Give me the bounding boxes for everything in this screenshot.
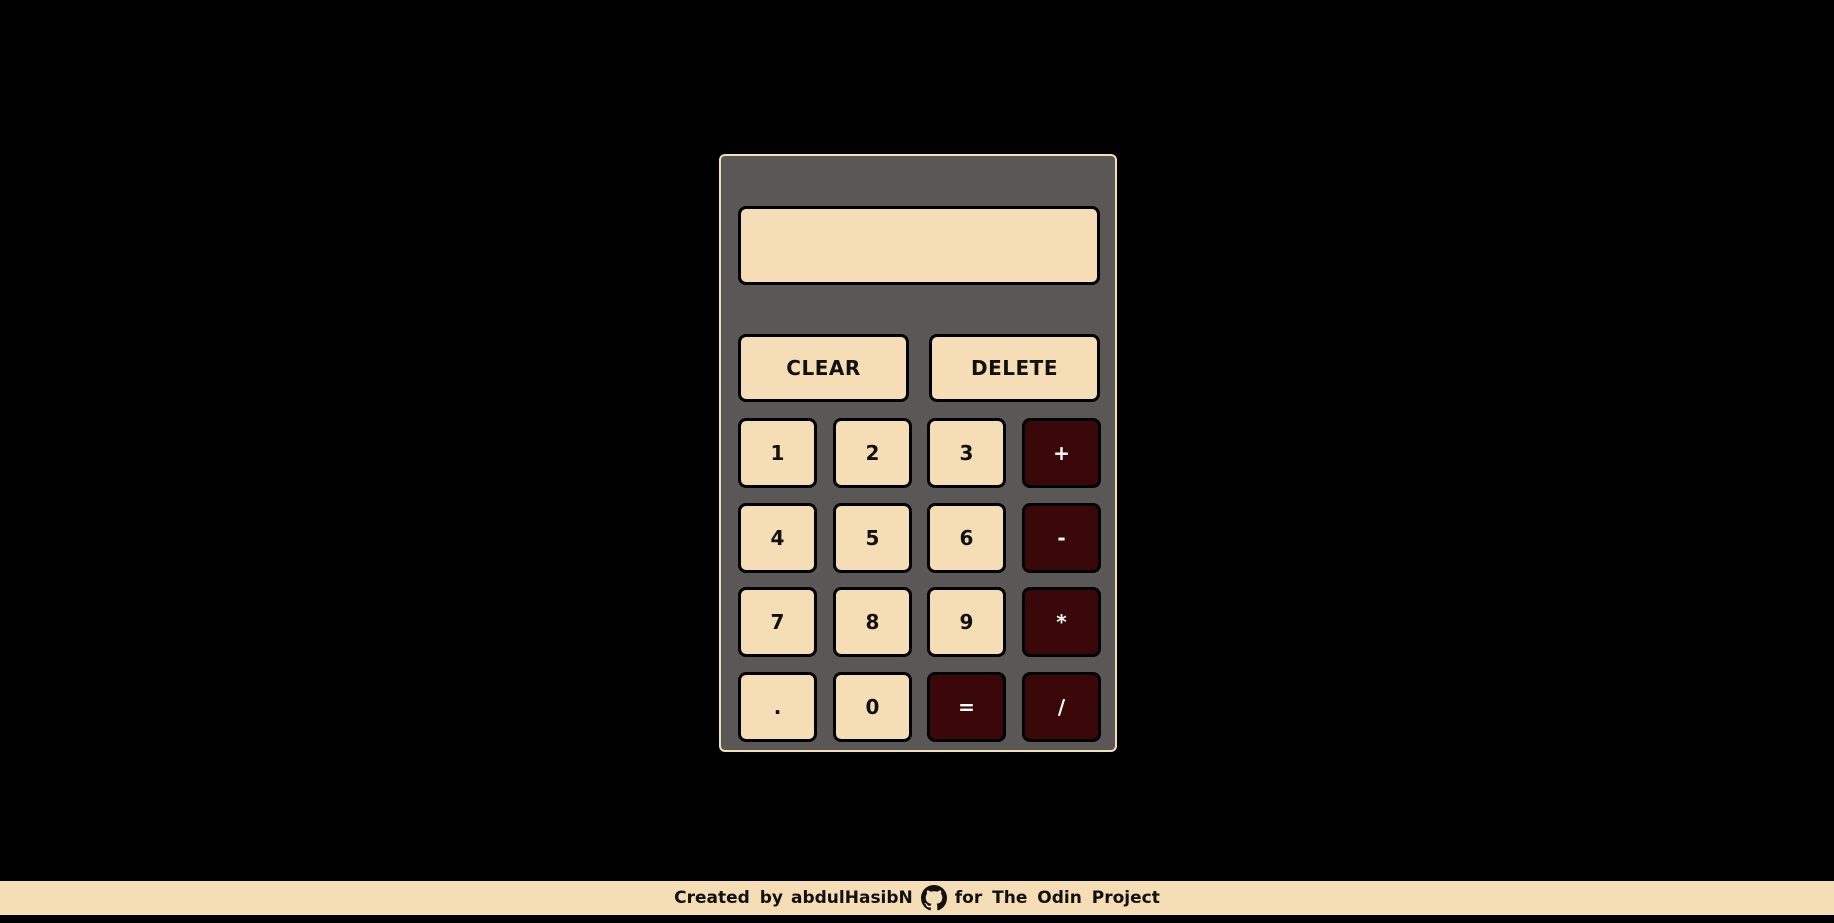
key-1[interactable]: 1 — [738, 418, 817, 488]
key-6[interactable]: 6 — [927, 503, 1006, 573]
key-2[interactable]: 2 — [833, 418, 912, 488]
key-add[interactable]: + — [1022, 418, 1101, 488]
key-8[interactable]: 8 — [833, 587, 912, 657]
calculator: CLEAR DELETE 1 2 3 + 4 5 6 - 7 8 9 * . 0… — [719, 154, 1117, 752]
github-icon[interactable] — [920, 885, 947, 911]
key-equals[interactable]: = — [927, 672, 1006, 742]
key-7[interactable]: 7 — [738, 587, 817, 657]
footer: Created by abdulHasibN for The Odin Proj… — [0, 881, 1834, 915]
key-divide[interactable]: / — [1022, 672, 1101, 742]
key-0[interactable]: 0 — [833, 672, 912, 742]
key-5[interactable]: 5 — [833, 503, 912, 573]
footer-for-text: for The Odin Project — [954, 888, 1160, 908]
footer-author: abdulHasibN — [791, 888, 913, 908]
key-3[interactable]: 3 — [927, 418, 1006, 488]
footer-created-by: Created by — [674, 888, 783, 908]
key-4[interactable]: 4 — [738, 503, 817, 573]
delete-button[interactable]: DELETE — [929, 334, 1100, 402]
key-9[interactable]: 9 — [927, 587, 1006, 657]
key-multiply[interactable]: * — [1022, 587, 1101, 657]
calculator-display — [738, 206, 1100, 285]
clear-button[interactable]: CLEAR — [738, 334, 909, 402]
key-subtract[interactable]: - — [1022, 503, 1101, 573]
key-decimal[interactable]: . — [738, 672, 817, 742]
